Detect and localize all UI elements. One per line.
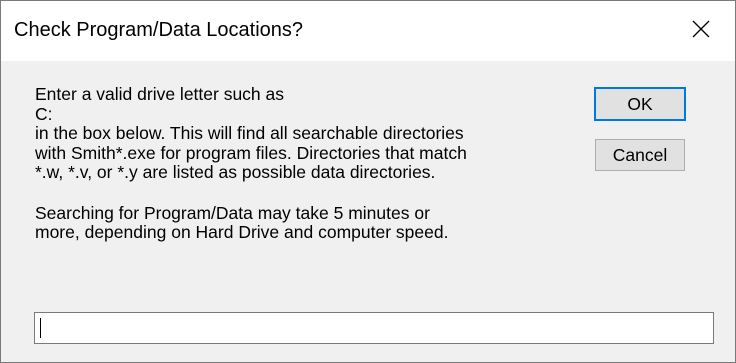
drive-letter-input[interactable]: [34, 312, 714, 344]
message-line: *.w, *.v, or *.y are listed as possible …: [35, 162, 436, 182]
dialog-window: Check Program/Data Locations? Enter a va…: [0, 0, 736, 363]
message-line: with Smith*.exe for program files. Direc…: [35, 142, 467, 163]
message-line: more, depending on Hard Drive and comput…: [35, 222, 449, 242]
cancel-button[interactable]: Cancel: [595, 139, 685, 171]
dialog-body: Enter a valid drive letter such as C: in…: [1, 61, 735, 362]
text-caret: [40, 318, 41, 338]
close-button[interactable]: [671, 1, 735, 61]
message-spacer: [35, 183, 580, 204]
cancel-button-label: Cancel: [612, 144, 668, 165]
message-line: in the box below. This will find all sea…: [35, 123, 464, 143]
dialog-message: Enter a valid drive letter such as C: in…: [35, 84, 580, 243]
close-icon: [692, 20, 710, 38]
window-title: Check Program/Data Locations?: [14, 19, 304, 41]
message-line: C:: [35, 103, 53, 124]
title-bar[interactable]: Check Program/Data Locations?: [1, 1, 735, 61]
message-line: Searching for Program/Data may take 5 mi…: [35, 202, 430, 223]
ok-button[interactable]: OK: [594, 87, 686, 121]
ok-button-label: OK: [627, 93, 653, 114]
message-line: Enter a valid drive letter such as: [35, 84, 285, 104]
